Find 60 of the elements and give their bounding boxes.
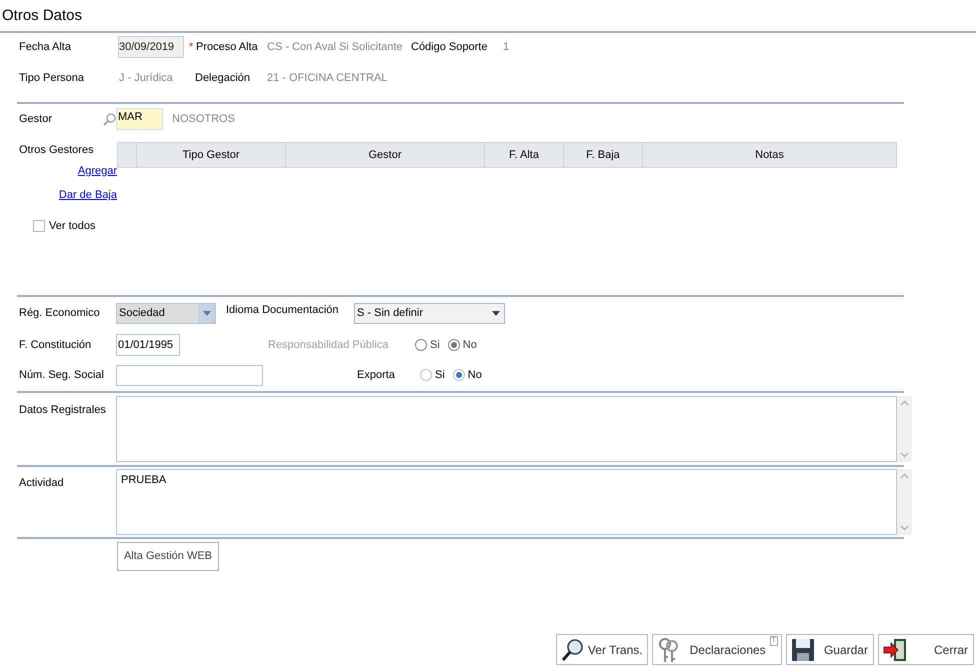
field-label: Datos Registrales (19, 403, 107, 418)
link[interactable]: Dar de Baja (58, 187, 117, 204)
chevron-up-icon (900, 400, 909, 406)
field-label: Actividad (19, 476, 65, 491)
field-label: Fecha Alta (19, 40, 72, 55)
field-label: Proceso Alta (196, 40, 259, 55)
door-arrow-icon (882, 636, 908, 662)
field-value: J - Jurídica (119, 70, 174, 86)
checkbox[interactable] (33, 220, 45, 232)
magnifier-icon (560, 636, 586, 662)
radio-button[interactable] (420, 369, 432, 381)
field-label: Rég. Economico (19, 306, 101, 321)
field-label: Delegación (195, 70, 252, 86)
text-field[interactable] (116, 364, 263, 386)
radio-label: Si (435, 368, 445, 383)
code-field: MAR (116, 108, 163, 130)
radio-label: Si (430, 338, 440, 353)
field-value: 21 - OFICINA CENTRAL (267, 70, 388, 86)
page-title: Otros Datos (1, 6, 82, 26)
field-label: Código Soporte (411, 40, 488, 55)
toolbar-button[interactable]: Guardar (786, 634, 874, 665)
field-label: F. Constitución (19, 338, 92, 353)
dropdown[interactable]: Sociedad (116, 302, 216, 324)
web-button[interactable]: Alta Gestión WEB (117, 542, 219, 571)
toolbar-button[interactable]: Ver Trans. (556, 634, 648, 665)
column-header: F. Alta (509, 148, 539, 163)
radio-button[interactable] (452, 369, 465, 381)
chevron-down-icon (900, 525, 909, 531)
field-value: 1 (503, 40, 510, 55)
dropdown-arrow-icon (202, 310, 210, 316)
field-label: Otros Gestores (19, 143, 94, 158)
column-header: Notas (755, 148, 784, 163)
text-area[interactable] (116, 396, 897, 462)
field-value: CS - Con Aval Si Solicitante (267, 40, 404, 55)
column-header: F. Baja (586, 148, 620, 163)
scrollbar[interactable] (897, 396, 912, 462)
date-field: 30/09/2019 (118, 36, 184, 58)
scrollbar[interactable] (897, 469, 912, 535)
field-label: Exporta (357, 368, 396, 383)
dropdown-arrow-icon (492, 310, 500, 316)
required-mark: * (188, 40, 194, 55)
field-label: Tipo Persona (19, 70, 86, 86)
column-header: Gestor (368, 148, 402, 163)
field-label: Núm. Seg. Social (19, 368, 105, 383)
radio-label: No (462, 338, 477, 353)
checkbox-label: Ver todos (49, 218, 96, 234)
text-area[interactable]: PRUEBA (116, 469, 897, 535)
field-value: NOSOTROS (172, 112, 235, 127)
chevron-up-icon (900, 473, 909, 479)
dropdown[interactable]: S - Sin definir (354, 302, 505, 324)
link[interactable]: Agregar (78, 162, 117, 179)
search-icon (103, 112, 116, 126)
chevron-down-icon (900, 452, 909, 458)
toolbar-button[interactable]: Cerrar (878, 634, 974, 665)
date-field[interactable]: 01/01/1995 (116, 334, 180, 356)
radio-label: No (468, 368, 482, 383)
field-label: Responsabilidad Pública (268, 338, 390, 353)
field-label: Gestor (19, 112, 54, 127)
column-header: Tipo Gestor (182, 148, 240, 163)
field-label: Idioma Documentación (226, 303, 340, 318)
